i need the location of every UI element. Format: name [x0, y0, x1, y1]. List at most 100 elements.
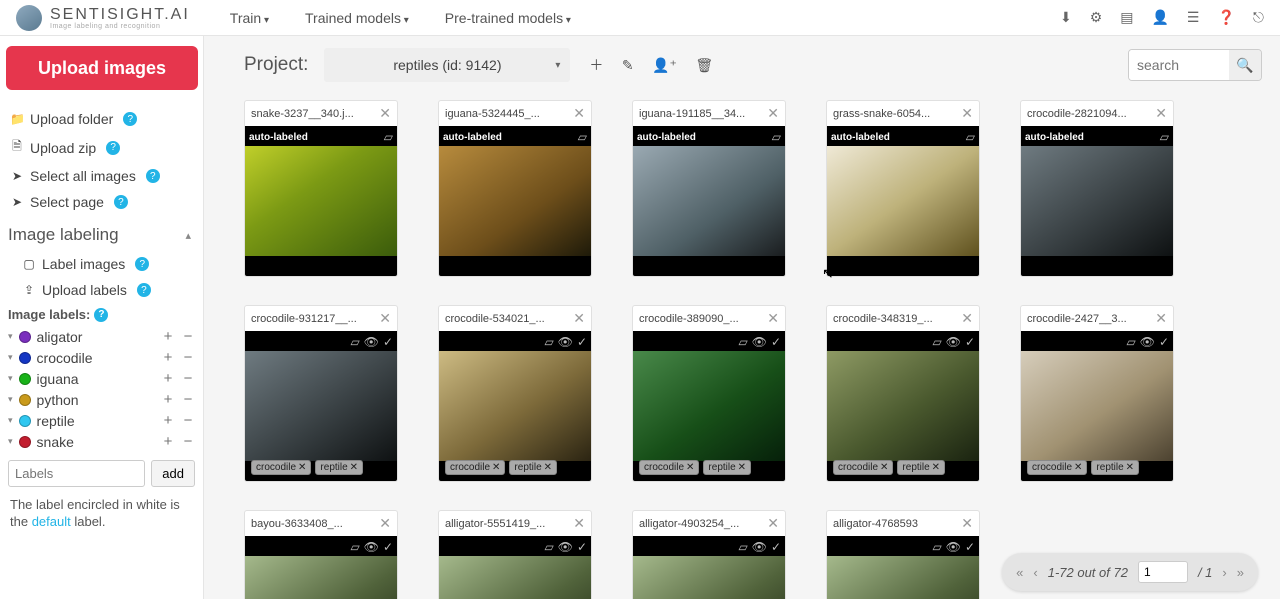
- eye-icon[interactable]: 👁: [364, 335, 379, 349]
- label-name[interactable]: snake: [37, 434, 155, 450]
- upload-zip-link[interactable]: 🗎 Upload zip ?: [6, 132, 197, 163]
- image-thumb[interactable]: auto-labeled▱: [1021, 126, 1173, 276]
- tag-remove-icon[interactable]: ✕: [544, 462, 552, 473]
- box-icon[interactable]: ▱: [1160, 130, 1169, 144]
- upload-images-button[interactable]: Upload images: [6, 46, 198, 90]
- image-thumb[interactable]: ▱👁✓crocodile ✕reptile ✕: [827, 331, 979, 481]
- nav-trained-models[interactable]: Trained models: [305, 10, 409, 26]
- tag-remove-icon[interactable]: ✕: [880, 462, 888, 473]
- collapse-icon[interactable]: ▴: [185, 229, 191, 242]
- upload-labels-link[interactable]: ⇪ Upload labels ?: [6, 277, 197, 303]
- label-remove-icon[interactable]: −: [181, 328, 195, 345]
- image-thumb[interactable]: auto-labeled▱: [633, 126, 785, 276]
- label-color-swatch[interactable]: [19, 394, 31, 406]
- page-input[interactable]: [1138, 561, 1188, 583]
- label-name[interactable]: reptile: [37, 413, 155, 429]
- user-icon[interactable]: 👤: [1151, 9, 1168, 26]
- image-tag[interactable]: reptile ✕: [703, 460, 751, 475]
- image-card[interactable]: iguana-191185__34...✕auto-labeled▱: [632, 100, 786, 277]
- help-icon[interactable]: ?: [123, 112, 137, 126]
- label-remove-icon[interactable]: −: [181, 391, 195, 408]
- box-icon[interactable]: ▱: [966, 130, 975, 144]
- remove-image-icon[interactable]: ✕: [1151, 310, 1167, 327]
- help-icon[interactable]: ?: [146, 169, 160, 183]
- tag-remove-icon[interactable]: ✕: [492, 462, 500, 473]
- check-icon[interactable]: ✓: [577, 335, 587, 349]
- help-icon[interactable]: ?: [135, 257, 149, 271]
- label-expand-icon[interactable]: ▾: [8, 373, 13, 384]
- image-card[interactable]: crocodile-389090_...✕▱👁✓crocodile ✕repti…: [632, 305, 786, 482]
- label-expand-icon[interactable]: ▾: [8, 394, 13, 405]
- remove-image-icon[interactable]: ✕: [957, 515, 973, 532]
- image-card[interactable]: crocodile-348319_...✕▱👁✓crocodile ✕repti…: [826, 305, 980, 482]
- image-thumb[interactable]: ▱👁✓crocodile ✕reptile ✕: [633, 331, 785, 481]
- page-first-icon[interactable]: «: [1016, 565, 1023, 580]
- label-add-icon[interactable]: +: [161, 412, 175, 429]
- select-all-link[interactable]: ➤ Select all images ?: [6, 163, 197, 189]
- label-expand-icon[interactable]: ▾: [8, 436, 13, 447]
- label-color-swatch[interactable]: [19, 352, 31, 364]
- label-color-swatch[interactable]: [19, 373, 31, 385]
- image-tag[interactable]: crocodile ✕: [1027, 460, 1087, 475]
- image-tag[interactable]: reptile ✕: [1091, 460, 1139, 475]
- remove-image-icon[interactable]: ✕: [763, 515, 779, 532]
- box-icon[interactable]: ▱: [384, 130, 393, 144]
- search-button[interactable]: 🔍: [1229, 50, 1261, 80]
- box-icon[interactable]: ▱: [932, 540, 941, 554]
- help-icon[interactable]: ?: [114, 195, 128, 209]
- box-icon[interactable]: ▱: [772, 130, 781, 144]
- image-thumb[interactable]: auto-labeled▱: [827, 126, 979, 276]
- section-image-labeling[interactable]: Image labeling ▴: [6, 215, 197, 251]
- image-card[interactable]: alligator-5551419_...✕▱👁✓: [438, 510, 592, 599]
- image-tag[interactable]: crocodile ✕: [833, 460, 893, 475]
- tag-remove-icon[interactable]: ✕: [932, 462, 940, 473]
- image-tag[interactable]: crocodile ✕: [639, 460, 699, 475]
- label-name[interactable]: iguana: [37, 371, 155, 387]
- eye-icon[interactable]: 👁: [752, 335, 767, 349]
- label-add-icon[interactable]: +: [161, 370, 175, 387]
- check-icon[interactable]: ✓: [383, 540, 393, 554]
- help-icon[interactable]: ?: [137, 283, 151, 297]
- image-thumb[interactable]: ▱👁✓: [245, 536, 397, 599]
- select-page-link[interactable]: ➤ Select page ?: [6, 189, 197, 215]
- box-icon[interactable]: ▱: [544, 335, 553, 349]
- label-remove-icon[interactable]: −: [181, 370, 195, 387]
- label-name[interactable]: python: [37, 392, 155, 408]
- box-icon[interactable]: ▱: [350, 540, 359, 554]
- eye-icon[interactable]: 👁: [1140, 335, 1155, 349]
- label-remove-icon[interactable]: −: [181, 349, 195, 366]
- page-next-icon[interactable]: ›: [1222, 565, 1226, 580]
- image-tag[interactable]: crocodile ✕: [251, 460, 311, 475]
- remove-image-icon[interactable]: ✕: [569, 105, 585, 122]
- box-icon[interactable]: ▱: [544, 540, 553, 554]
- check-icon[interactable]: ✓: [771, 540, 781, 554]
- tag-remove-icon[interactable]: ✕: [1126, 462, 1134, 473]
- image-card[interactable]: iguana-5324445_...✕auto-labeled▱: [438, 100, 592, 277]
- check-icon[interactable]: ✓: [1159, 335, 1169, 349]
- tag-remove-icon[interactable]: ✕: [1074, 462, 1082, 473]
- image-card[interactable]: alligator-4768593✕▱👁✓: [826, 510, 980, 599]
- box-icon[interactable]: ▱: [350, 335, 359, 349]
- help-icon[interactable]: ?: [94, 308, 108, 322]
- tag-remove-icon[interactable]: ✕: [350, 462, 358, 473]
- label-expand-icon[interactable]: ▾: [8, 352, 13, 363]
- label-add-icon[interactable]: +: [161, 433, 175, 450]
- image-card[interactable]: crocodile-2821094...✕auto-labeled▱: [1020, 100, 1174, 277]
- image-card[interactable]: alligator-4903254_...✕▱👁✓: [632, 510, 786, 599]
- label-expand-icon[interactable]: ▾: [8, 415, 13, 426]
- box-icon[interactable]: ▱: [738, 540, 747, 554]
- project-select[interactable]: reptiles (id: 9142): [324, 48, 570, 82]
- add-project-icon[interactable]: ＋: [589, 57, 603, 73]
- edit-project-icon[interactable]: ✎: [622, 57, 634, 73]
- box-icon[interactable]: ▱: [738, 335, 747, 349]
- add-label-button[interactable]: add: [151, 460, 195, 487]
- image-card[interactable]: crocodile-931217__...✕▱👁✓crocodile ✕rept…: [244, 305, 398, 482]
- label-color-swatch[interactable]: [19, 331, 31, 343]
- eye-icon[interactable]: 👁: [946, 540, 961, 554]
- remove-image-icon[interactable]: ✕: [763, 310, 779, 327]
- label-add-icon[interactable]: +: [161, 349, 175, 366]
- tag-remove-icon[interactable]: ✕: [686, 462, 694, 473]
- check-icon[interactable]: ✓: [965, 540, 975, 554]
- label-color-swatch[interactable]: [19, 415, 31, 427]
- image-tag[interactable]: reptile ✕: [897, 460, 945, 475]
